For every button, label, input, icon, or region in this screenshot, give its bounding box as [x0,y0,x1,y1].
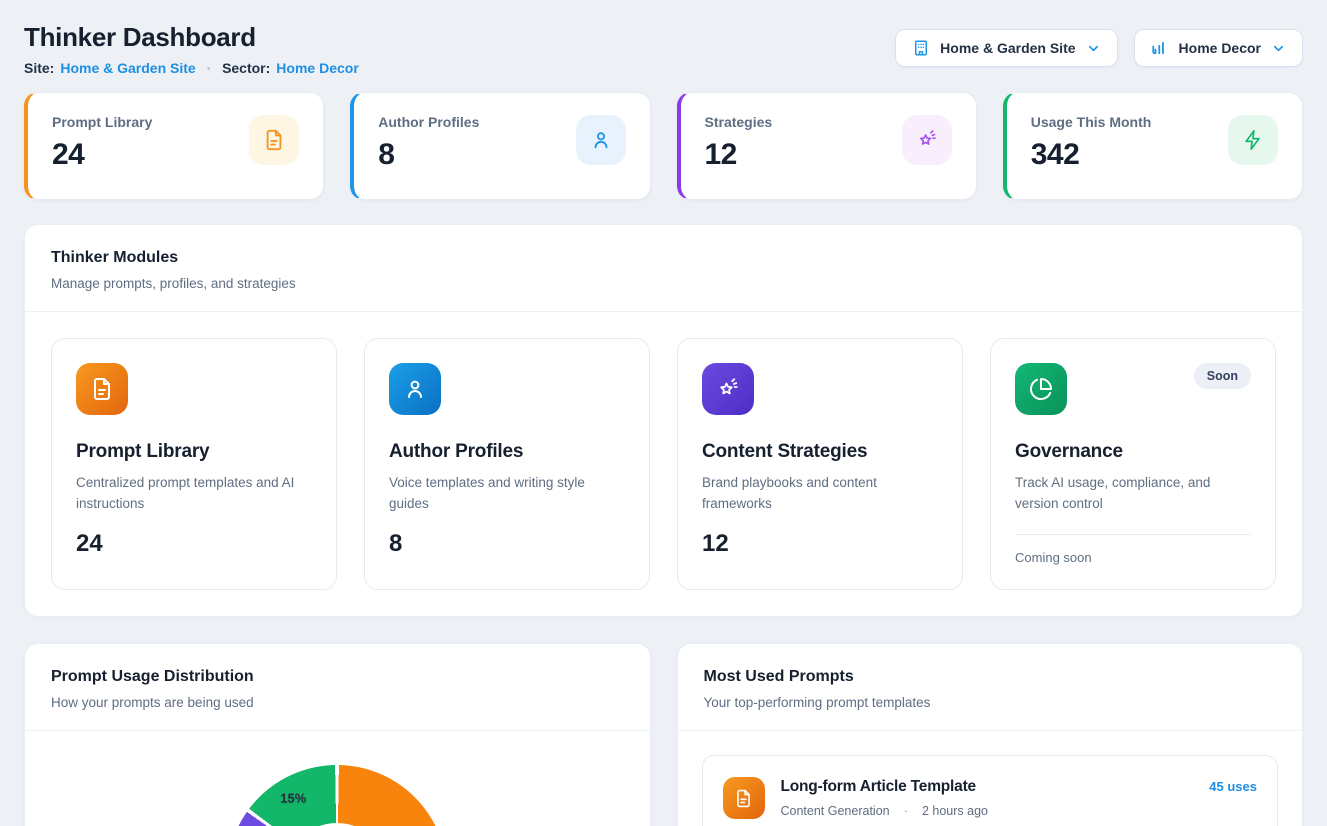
sparkle-star-icon [902,115,952,165]
document-icon [723,777,765,819]
header: Thinker Dashboard Site: Home & Garden Si… [24,22,1303,76]
module-description: Track AI usage, compliance, and version … [1015,473,1251,514]
sparkle-star-icon [702,363,754,415]
module-card-governance[interactable]: Soon Governance Track AI usage, complian… [990,338,1276,590]
module-title: Prompt Library [76,441,312,463]
pie-chart-icon [1015,363,1067,415]
modules-grid: Prompt Library Centralized prompt templa… [25,312,1302,616]
modules-subtitle: Manage prompts, profiles, and strategies [51,276,1276,291]
prompt-usage-panel: Prompt Usage Distribution How your promp… [24,643,651,826]
prompt-item-uses-badge: 45 uses [1209,779,1257,794]
most-used-header: Most Used Prompts Your top-performing pr… [678,644,1303,730]
site-label: Site: [24,60,54,76]
user-icon [576,115,626,165]
chevron-down-icon [1271,41,1286,56]
module-description: Centralized prompt templates and AI inst… [76,473,312,514]
chevron-down-icon [1086,41,1101,56]
module-stat: 24 [76,530,312,558]
module-title: Governance [1015,441,1251,463]
prompt-item-text: Long-form Article Template Content Gener… [781,778,1194,818]
document-icon [76,363,128,415]
soon-badge: Soon [1194,363,1251,389]
most-used-prompts-panel: Most Used Prompts Your top-performing pr… [677,643,1304,826]
lightning-icon [1228,115,1278,165]
header-left: Thinker Dashboard Site: Home & Garden Si… [24,22,359,76]
bar-chart-icon [1151,39,1169,57]
prompt-item-meta: Content Generation · 2 hours ago [781,803,1194,818]
prompt-item-category: Content Generation [781,804,890,818]
divider [25,730,650,731]
usage-panel-title: Prompt Usage Distribution [51,668,624,686]
prompt-list-item[interactable]: Long-form Article Template Content Gener… [702,755,1279,826]
most-used-subtitle: Your top-performing prompt templates [704,695,1277,710]
sector-label: Sector: [222,60,270,76]
modules-header: Thinker Modules Manage prompts, profiles… [25,225,1302,311]
bottom-row: Prompt Usage Distribution How your promp… [24,643,1303,826]
thinker-modules-section: Thinker Modules Manage prompts, profiles… [24,224,1303,617]
coming-soon-note: Coming soon [1015,550,1251,565]
prompt-item-title: Long-form Article Template [781,778,1194,796]
thinker-dashboard-page: Thinker Dashboard Site: Home & Garden Si… [0,0,1327,826]
stat-card-strategies: Strategies 12 [677,92,977,200]
breadcrumb: Site: Home & Garden Site · Sector: Home … [24,60,359,76]
module-title: Content Strategies [702,441,938,463]
stat-card-usage: Usage This Month 342 [1003,92,1303,200]
module-stat: 8 [389,530,625,558]
module-stat: 12 [702,530,938,558]
building-icon [912,39,930,57]
module-card-prompt-library[interactable]: Prompt Library Centralized prompt templa… [51,338,337,590]
site-selector-dropdown[interactable]: Home & Garden Site [895,29,1117,67]
module-description: Brand playbooks and content frameworks [702,473,938,514]
most-used-title: Most Used Prompts [704,668,1277,686]
modules-title: Thinker Modules [51,249,1276,267]
sector-selector-label: Home Decor [1179,40,1261,56]
module-description: Voice templates and writing style guides [389,473,625,514]
usage-panel-subtitle: How your prompts are being used [51,695,624,710]
prompt-usage-donut-chart: 15% [227,765,447,826]
divider [1015,534,1251,535]
page-title: Thinker Dashboard [24,22,359,53]
document-icon [249,115,299,165]
module-title: Author Profiles [389,441,625,463]
module-card-content-strategies[interactable]: Content Strategies Brand playbooks and c… [677,338,963,590]
user-icon [389,363,441,415]
stat-card-author-profiles: Author Profiles 8 [350,92,650,200]
meta-dot: · [904,803,908,818]
donut-slice-label: 15% [280,791,306,806]
breadcrumb-dot: · [207,61,211,76]
prompt-item-time: 2 hours ago [922,804,988,818]
module-card-author-profiles[interactable]: Author Profiles Voice templates and writ… [364,338,650,590]
donut-chart-area: 15% [25,765,650,826]
usage-panel-header: Prompt Usage Distribution How your promp… [25,644,650,730]
header-selectors: Home & Garden Site Home Decor [895,29,1303,67]
sector-selector-dropdown[interactable]: Home Decor [1134,29,1303,67]
prompt-list: Long-form Article Template Content Gener… [678,731,1303,826]
site-selector-label: Home & Garden Site [940,40,1075,56]
stats-row: Prompt Library 24 Author Profiles 8 Stra… [24,92,1303,200]
site-link[interactable]: Home & Garden Site [60,60,195,76]
stat-card-prompt-library: Prompt Library 24 [24,92,324,200]
sector-link[interactable]: Home Decor [276,60,358,76]
